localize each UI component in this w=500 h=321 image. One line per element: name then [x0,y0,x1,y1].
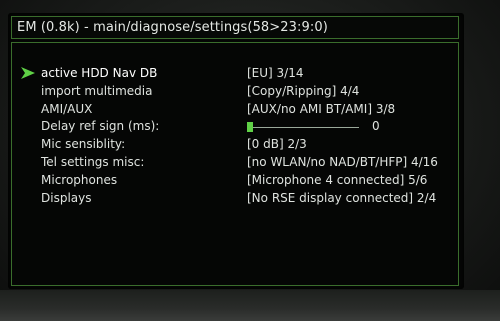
list-item-microphones[interactable]: Microphones [Microphone 4 connected] 5/6 [12,173,460,190]
settings-list: active HDD Nav DB [EU] 3/14 import multi… [11,42,459,286]
page-title: EM (0.8k) - main/diagnose/settings(58>23… [17,20,328,35]
list-item-active-hdd-nav-db[interactable]: active HDD Nav DB [EU] 3/14 [12,66,460,83]
list-item-delay-ref-sign[interactable]: Delay ref sign (ms): 0 [12,119,460,136]
list-item-ami-aux[interactable]: AMI/AUX [AUX/no AMI BT/AMI] 3/8 [12,102,460,119]
selection-arrow-icon [21,67,35,79]
bezel-bottom-edge [0,290,500,321]
delay-slider-value: 0 [372,119,380,133]
list-item-tel-settings-misc[interactable]: Tel settings misc: [no WLAN/no NAD/BT/HF… [12,155,460,172]
item-label: Microphones [41,173,118,187]
display-screen: EM (0.8k) - main/diagnose/settings(58>23… [8,13,464,289]
item-value: [0 dB] 2/3 [247,137,307,151]
item-label: Displays [41,191,92,205]
list-item-import-multimedia[interactable]: import multimedia [Copy/Ripping] 4/4 [12,84,460,101]
list-item-displays[interactable]: Displays [No RSE display connected] 2/4 [12,191,460,208]
item-value: [Copy/Ripping] 4/4 [247,84,360,98]
item-value: [No RSE display connected] 2/4 [247,191,437,205]
item-label: active HDD Nav DB [41,66,158,80]
item-label: AMI/AUX [41,102,93,116]
item-value: [EU] 3/14 [247,66,304,80]
delay-slider-track[interactable] [247,127,359,128]
item-label: Mic sensiblity: [41,137,126,151]
item-label: Tel settings misc: [41,155,145,169]
title-bar: EM (0.8k) - main/diagnose/settings(58>23… [11,16,459,39]
item-value: [Microphone 4 connected] 5/6 [247,173,428,187]
list-item-mic-sensiblity[interactable]: Mic sensiblity: [0 dB] 2/3 [12,137,460,154]
item-value: [no WLAN/no NAD/BT/HFP] 4/16 [247,155,438,169]
item-value: [AUX/no AMI BT/AMI] 3/8 [247,102,396,116]
delay-slider-thumb[interactable] [247,122,253,132]
item-label: Delay ref sign (ms): [41,119,160,133]
item-label: import multimedia [41,84,153,98]
